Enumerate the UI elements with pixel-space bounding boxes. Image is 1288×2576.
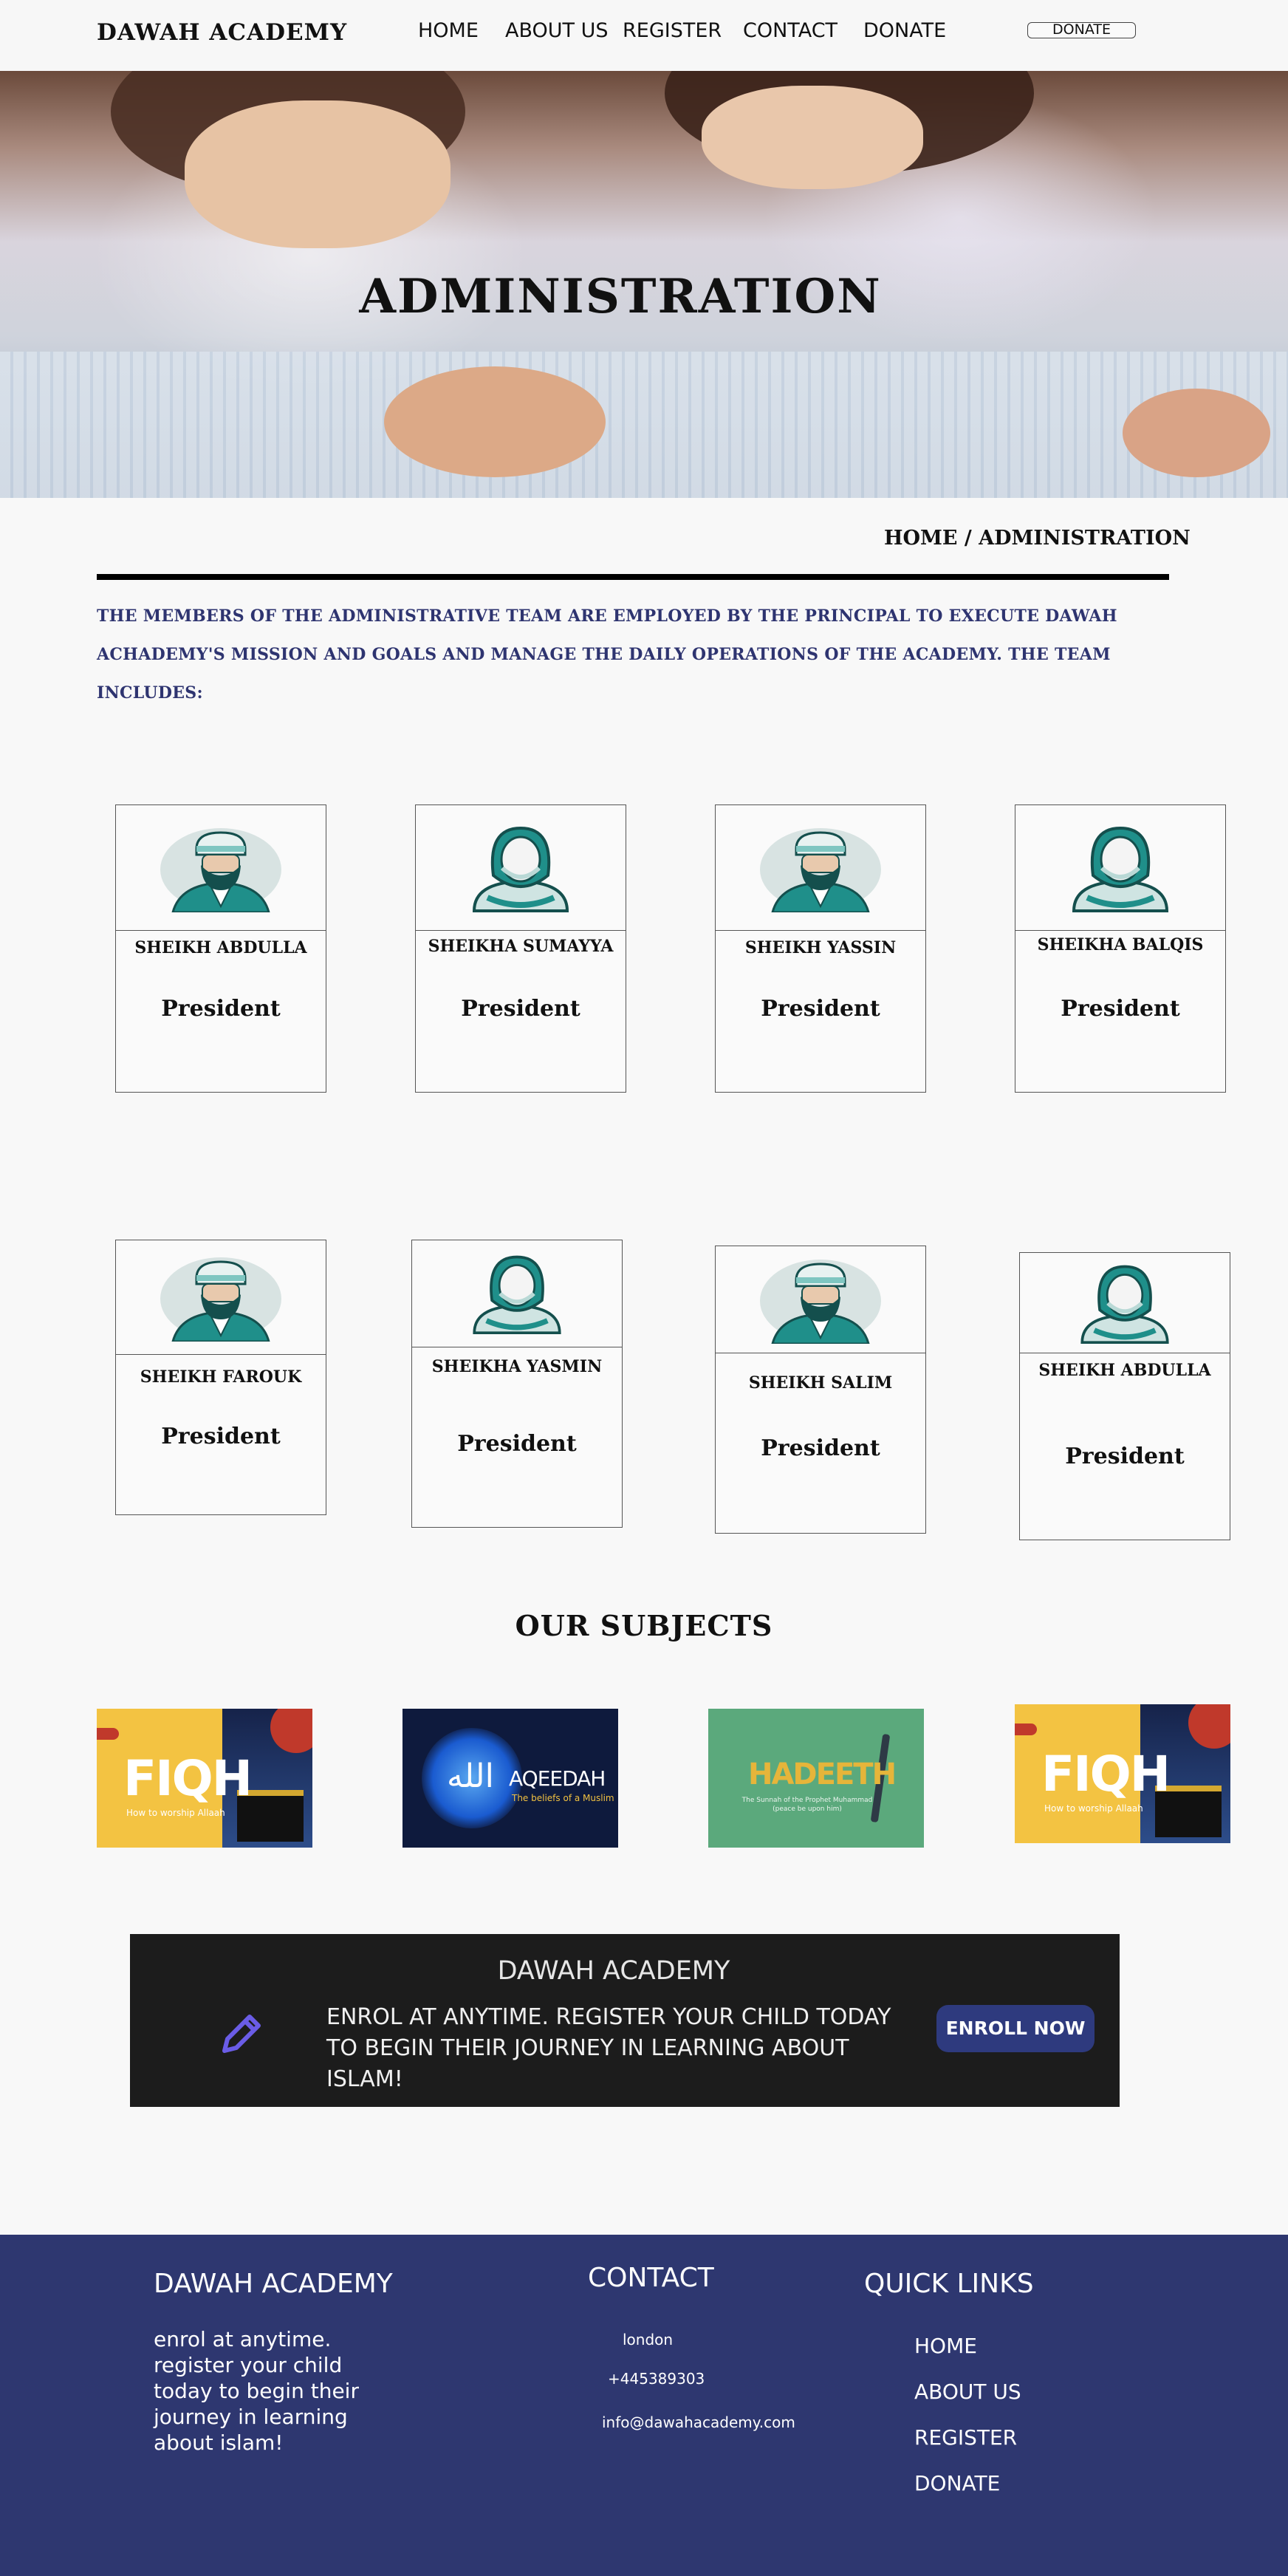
cta-text: ENROL AT ANYTIME. REGISTER YOUR CHILD TO… <box>326 2004 891 2092</box>
avatar <box>1015 805 1225 931</box>
footer-link-donate[interactable]: DONATE <box>914 2471 1000 2495</box>
subject-subtitle: How to worship Allaah <box>126 1808 225 1818</box>
team-card[interactable]: SHEIKHA BALQIS President <box>1015 804 1226 1093</box>
member-name: SHEIKHA YASMIN <box>431 1357 603 1376</box>
footer-description: enrol at anytime. register your child to… <box>154 2327 359 2455</box>
decor-tag <box>97 1728 119 1740</box>
footer-link-register[interactable]: REGISTER <box>914 2425 1017 2450</box>
member-name: SHEIKH ABDULLA <box>134 938 307 957</box>
avatar <box>716 805 925 931</box>
man-avatar-icon <box>758 824 883 912</box>
member-name: SHEIKHA BALQIS <box>1037 935 1204 954</box>
site-footer: DAWAH ACADEMY enrol at anytime. register… <box>0 2235 1288 2576</box>
nav-donate[interactable]: DONATE <box>863 19 946 42</box>
woman-avatar-icon <box>1058 824 1183 912</box>
man-avatar-icon <box>158 1253 284 1342</box>
enroll-now-button[interactable]: ENROLL NOW <box>936 2005 1095 2052</box>
footer-link-home[interactable]: HOME <box>914 2334 977 2358</box>
member-role: President <box>457 1431 577 1457</box>
subject-fiqh[interactable]: FIQH How to worship Allaah <box>1015 1704 1230 1843</box>
footer-link-about-us[interactable]: ABOUT US <box>914 2379 1021 2404</box>
team-card[interactable]: SHEIKH ABDULLA President <box>115 804 326 1093</box>
member-role: President <box>761 996 880 1022</box>
hero-photo-book <box>0 352 1288 498</box>
footer-email[interactable]: info@dawahacademy.com <box>602 2413 795 2431</box>
breadcrumb[interactable]: HOME / ADMINISTRATION <box>884 527 1191 550</box>
member-name: SHEIKHA SUMAYYA <box>428 937 614 956</box>
team-card[interactable]: SHEIKHA SUMAYYA President <box>415 804 626 1093</box>
woman-avatar-icon <box>458 1253 576 1334</box>
team-card[interactable]: SHEIKH SALIM President <box>715 1246 926 1534</box>
member-name: SHEIKH SALIM <box>748 1373 893 1393</box>
site-header: DAWAH ACADEMY HOME ABOUT US REGISTER CON… <box>0 0 1288 71</box>
subject-fiqh[interactable]: FIQH How to worship Allaah <box>97 1709 312 1848</box>
subject-title: AQEEDAH <box>509 1766 606 1791</box>
pencil-icon <box>222 2015 261 2053</box>
hero-photo-shape <box>185 100 451 248</box>
hero-photo-shape <box>1123 389 1270 477</box>
enroll-banner: DAWAH ACADEMY ENROL AT ANYTIME. REGISTER… <box>130 1934 1120 2107</box>
team-card[interactable]: SHEIKHA YASMIN President <box>411 1240 623 1528</box>
cta-title: DAWAH ACADEMY <box>497 1956 730 1986</box>
nav-register[interactable]: REGISTER <box>623 19 722 42</box>
member-name: SHEIKH ABDULLA <box>1038 1361 1211 1380</box>
decor-tag <box>1015 1723 1037 1735</box>
subjects-title: OUR SUBJECTS <box>515 1609 773 1642</box>
avatar <box>416 805 626 931</box>
member-name: SHEIKH FAROUK <box>140 1367 302 1387</box>
subject-subtitle: The beliefs of a Muslim <box>512 1793 614 1803</box>
avatar <box>716 1246 925 1353</box>
nav-about-us[interactable]: ABOUT US <box>505 19 609 42</box>
member-role: President <box>1061 996 1180 1022</box>
subject-aqeedah[interactable]: الله AQEEDAH The beliefs of a Muslim <box>402 1709 618 1848</box>
nav-contact[interactable]: CONTACT <box>743 19 837 42</box>
member-role: President <box>461 996 580 1022</box>
footer-brand: DAWAH ACADEMY <box>154 2269 393 2299</box>
subject-arabic: الله <box>447 1757 494 1795</box>
hero-photo-shape <box>702 86 923 189</box>
footer-contact-title: CONTACT <box>588 2263 714 2293</box>
avatar <box>1020 1253 1230 1353</box>
donate-button[interactable]: DONATE <box>1027 22 1136 38</box>
nav-home[interactable]: HOME <box>418 19 479 42</box>
member-name: SHEIKH YASSIN <box>744 938 897 957</box>
subject-subtitle: How to worship Allaah <box>1044 1803 1143 1814</box>
subject-title: FIQH <box>1041 1746 1171 1803</box>
footer-phone[interactable]: +445389303 <box>608 2370 705 2388</box>
subject-subtitle: The Sunnah of the Prophet Muhammad (peac… <box>741 1797 873 1813</box>
member-role: President <box>761 1435 880 1461</box>
member-role: President <box>1065 1444 1185 1469</box>
team-card[interactable]: SHEIKH YASSIN President <box>715 804 926 1093</box>
hero-photo-shape <box>384 366 606 477</box>
subject-hadeeth[interactable]: HADEETH The Sunnah of the Prophet Muhamm… <box>708 1709 924 1848</box>
avatar <box>116 805 326 931</box>
page-title: ADMINISTRATION <box>359 269 882 324</box>
intro-text: THE MEMBERS OF THE ADMINISTRATIVE TEAM A… <box>97 607 1117 703</box>
subject-title: FIQH <box>123 1750 253 1807</box>
woman-avatar-icon <box>458 824 583 912</box>
hero-banner: ADMINISTRATION <box>0 71 1288 498</box>
man-avatar-icon <box>758 1255 883 1344</box>
avatar <box>116 1240 326 1355</box>
woman-avatar-icon <box>1066 1263 1184 1344</box>
avatar <box>412 1240 622 1347</box>
member-role: President <box>161 996 281 1022</box>
footer-location: london <box>623 2331 674 2348</box>
team-card[interactable]: SHEIKH FAROUK President <box>115 1240 326 1515</box>
section-divider <box>97 574 1169 580</box>
site-logo[interactable]: DAWAH ACADEMY <box>97 19 347 46</box>
subject-title: HADEETH <box>748 1757 897 1791</box>
footer-links-title: QUICK LINKS <box>864 2269 1034 2299</box>
man-avatar-icon <box>158 824 284 912</box>
team-card[interactable]: SHEIKH ABDULLA President <box>1019 1252 1230 1540</box>
member-role: President <box>161 1424 281 1449</box>
